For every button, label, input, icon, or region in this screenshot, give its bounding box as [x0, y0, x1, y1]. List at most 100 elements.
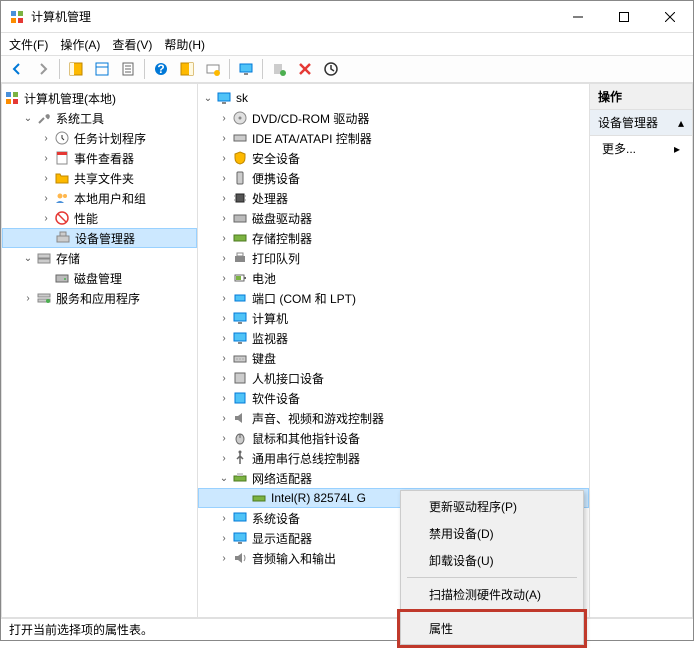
- actions-more-label: 更多...: [602, 140, 636, 157]
- back-button[interactable]: [5, 57, 29, 81]
- device-keyboard[interactable]: ›键盘: [198, 348, 589, 368]
- expand-icon[interactable]: ›: [216, 410, 232, 426]
- device-sound[interactable]: ›声音、视频和游戏控制器: [198, 408, 589, 428]
- disable-button[interactable]: [293, 57, 317, 81]
- expand-icon[interactable]: ›: [216, 350, 232, 366]
- maximize-button[interactable]: [601, 1, 647, 33]
- device-ports[interactable]: ›端口 (COM 和 LPT): [198, 288, 589, 308]
- device-label: 通用串行总线控制器: [252, 450, 360, 467]
- device-usb[interactable]: › 通用串行总线控制器: [198, 448, 589, 468]
- expand-icon[interactable]: ›: [216, 150, 232, 166]
- expand-icon[interactable]: ›: [216, 370, 232, 386]
- expand-icon[interactable]: ›: [216, 510, 232, 526]
- export-list-button[interactable]: [116, 57, 140, 81]
- ctx-uninstall-device[interactable]: 卸载设备(U): [403, 547, 581, 574]
- device-print-queue[interactable]: › 打印队列: [198, 248, 589, 268]
- expand-icon[interactable]: ›: [38, 190, 54, 206]
- expand-icon[interactable]: ›: [216, 290, 232, 306]
- tree-task-scheduler[interactable]: › 任务计划程序: [2, 128, 197, 148]
- ctx-properties[interactable]: 属性: [403, 615, 581, 642]
- device-label: 鼠标和其他指针设备: [252, 430, 360, 447]
- device-properties-button[interactable]: [201, 57, 225, 81]
- expand-icon[interactable]: ›: [216, 250, 232, 266]
- expand-icon[interactable]: ⌄: [216, 470, 232, 486]
- help-button[interactable]: ?: [149, 57, 173, 81]
- monitor-icon: [232, 330, 248, 346]
- expand-icon[interactable]: ⌄: [20, 110, 36, 126]
- menu-action[interactable]: 操作(A): [60, 36, 100, 53]
- close-button[interactable]: [647, 1, 693, 33]
- action-pane-button[interactable]: [175, 57, 199, 81]
- expand-icon[interactable]: ›: [38, 210, 54, 226]
- window-title: 计算机管理: [31, 8, 555, 25]
- ide-icon: [232, 130, 248, 146]
- device-label: 打印队列: [252, 250, 300, 267]
- tree-storage[interactable]: ⌄ 存储: [2, 248, 197, 268]
- expand-icon[interactable]: ›: [216, 450, 232, 466]
- expand-icon[interactable]: ›: [216, 190, 232, 206]
- expand-icon[interactable]: ›: [216, 530, 232, 546]
- show-hide-tree-button[interactable]: [64, 57, 88, 81]
- tree-shared-folders[interactable]: › 共享文件夹: [2, 168, 197, 188]
- menu-help[interactable]: 帮助(H): [164, 36, 205, 53]
- tree-disk-management[interactable]: 磁盘管理: [2, 268, 197, 288]
- tree-event-viewer[interactable]: › 事件查看器: [2, 148, 197, 168]
- expand-icon[interactable]: ›: [38, 150, 54, 166]
- expand-icon[interactable]: ›: [216, 230, 232, 246]
- device-dvd[interactable]: ›DVD/CD-ROM 驱动器: [198, 108, 589, 128]
- ctx-disable-device[interactable]: 禁用设备(D): [403, 520, 581, 547]
- tree-root[interactable]: 计算机管理(本地): [2, 88, 197, 108]
- device-processor[interactable]: ›处理器: [198, 188, 589, 208]
- monitor-button[interactable]: [234, 57, 258, 81]
- menu-file[interactable]: 文件(F): [9, 36, 48, 53]
- ctx-update-driver[interactable]: 更新驱动程序(P): [403, 493, 581, 520]
- tree-local-users[interactable]: › 本地用户和组: [2, 188, 197, 208]
- expand-icon[interactable]: ›: [216, 330, 232, 346]
- device-storage-ctrl[interactable]: ›存储控制器: [198, 228, 589, 248]
- device-monitor[interactable]: ›监视器: [198, 328, 589, 348]
- device-disk-drives[interactable]: ›磁盘驱动器: [198, 208, 589, 228]
- expand-icon[interactable]: ›: [216, 550, 232, 566]
- users-icon: [54, 190, 70, 206]
- device-hid[interactable]: ›人机接口设备: [198, 368, 589, 388]
- expand-icon[interactable]: ›: [216, 270, 232, 286]
- actions-subheader[interactable]: 设备管理器 ▴: [590, 110, 692, 136]
- expand-icon[interactable]: ⌄: [200, 90, 216, 106]
- enable-button[interactable]: [267, 57, 291, 81]
- expand-icon[interactable]: ›: [20, 290, 36, 306]
- device-label: 安全设备: [252, 150, 300, 167]
- services-icon: [36, 290, 52, 306]
- expand-icon[interactable]: ›: [38, 170, 54, 186]
- device-network[interactable]: ⌄网络适配器: [198, 468, 589, 488]
- device-software[interactable]: ›软件设备: [198, 388, 589, 408]
- device-security[interactable]: › 安全设备: [198, 148, 589, 168]
- expand-icon[interactable]: ⌄: [20, 250, 36, 266]
- expand-icon[interactable]: ›: [216, 310, 232, 326]
- device-ide[interactable]: ›IDE ATA/ATAPI 控制器: [198, 128, 589, 148]
- tree-label: 磁盘管理: [74, 270, 122, 287]
- device-computer[interactable]: ›计算机: [198, 308, 589, 328]
- properties-button[interactable]: [90, 57, 114, 81]
- tree-performance[interactable]: › 性能: [2, 208, 197, 228]
- minimize-button[interactable]: [555, 1, 601, 33]
- ctx-scan-hardware[interactable]: 扫描检测硬件改动(A): [403, 581, 581, 608]
- expand-icon[interactable]: ›: [216, 110, 232, 126]
- tree-device-manager[interactable]: 设备管理器: [2, 228, 197, 248]
- expand-icon[interactable]: ›: [216, 210, 232, 226]
- expand-icon[interactable]: ›: [216, 130, 232, 146]
- tree-services[interactable]: › 服务和应用程序: [2, 288, 197, 308]
- status-bar: 打开当前选择项的属性表。: [1, 618, 693, 640]
- forward-button[interactable]: [31, 57, 55, 81]
- actions-more[interactable]: 更多... ▸: [590, 136, 692, 161]
- menu-view[interactable]: 查看(V): [112, 36, 152, 53]
- update-button[interactable]: [319, 57, 343, 81]
- device-mouse[interactable]: › 鼠标和其他指针设备: [198, 428, 589, 448]
- expand-icon[interactable]: ›: [216, 170, 232, 186]
- device-battery[interactable]: ›电池: [198, 268, 589, 288]
- device-portable[interactable]: ›便携设备: [198, 168, 589, 188]
- tree-system-tools[interactable]: ⌄ 系统工具: [2, 108, 197, 128]
- expand-icon[interactable]: ›: [216, 430, 232, 446]
- device-root[interactable]: ⌄ sk: [198, 88, 589, 108]
- expand-icon[interactable]: ›: [216, 390, 232, 406]
- expand-icon[interactable]: ›: [38, 130, 54, 146]
